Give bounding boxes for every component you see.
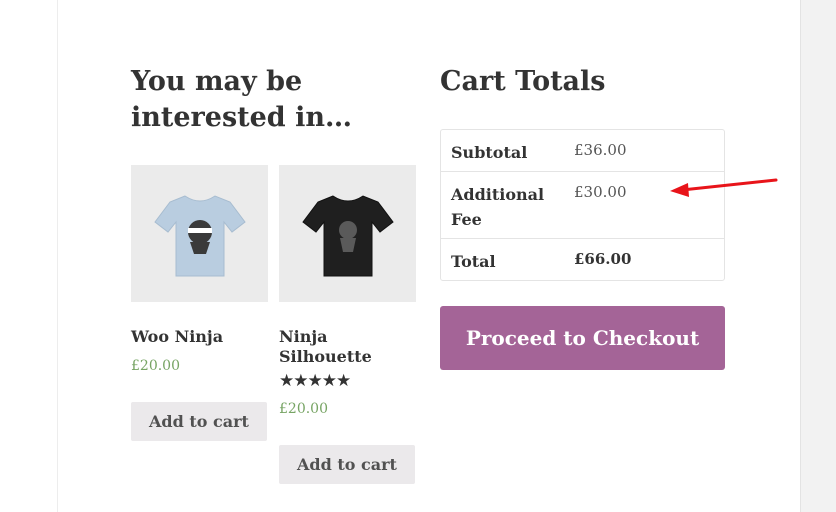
total-value: £66.00: [574, 250, 632, 268]
star-rating: ★★★★★: [279, 371, 351, 391]
tshirt-icon: [301, 194, 394, 276]
totals-row-subtotal: Subtotal £36.00: [441, 130, 724, 172]
upsells-heading: You may be interested in…: [131, 66, 352, 133]
product-name[interactable]: Ninja Silhouette: [279, 327, 416, 367]
proceed-to-checkout-button[interactable]: Proceed to Checkout: [440, 306, 725, 370]
product-name[interactable]: Woo Ninja: [131, 327, 268, 347]
cart-totals-heading: Cart Totals: [440, 66, 606, 97]
page-right-scroll-area: [800, 0, 836, 512]
subtotal-value: £36.00: [564, 130, 724, 172]
subtotal-label: Subtotal: [441, 130, 564, 172]
product-price: £20.00: [279, 401, 328, 417]
total-label: Total: [451, 252, 496, 271]
tshirt-icon: [153, 194, 246, 276]
cart-totals-table: Subtotal £36.00 Additional Fee £30.00 To…: [440, 129, 725, 281]
fee-label: Additional Fee: [441, 172, 564, 239]
product-price: £20.00: [131, 358, 180, 374]
product-image-ninja-silhouette[interactable]: [279, 165, 416, 302]
page-left-gutter: [0, 0, 58, 512]
product-card: Ninja Silhouette ★★★★★ £20.00 Add to car…: [279, 165, 416, 484]
product-image-woo-ninja[interactable]: [131, 165, 268, 302]
add-to-cart-button[interactable]: Add to cart: [279, 445, 415, 484]
product-card: Woo Ninja £20.00 Add to cart: [131, 165, 268, 441]
red-arrow-icon: [670, 178, 778, 197]
totals-row-total: Total £66.00: [441, 239, 724, 280]
add-to-cart-button[interactable]: Add to cart: [131, 402, 267, 441]
